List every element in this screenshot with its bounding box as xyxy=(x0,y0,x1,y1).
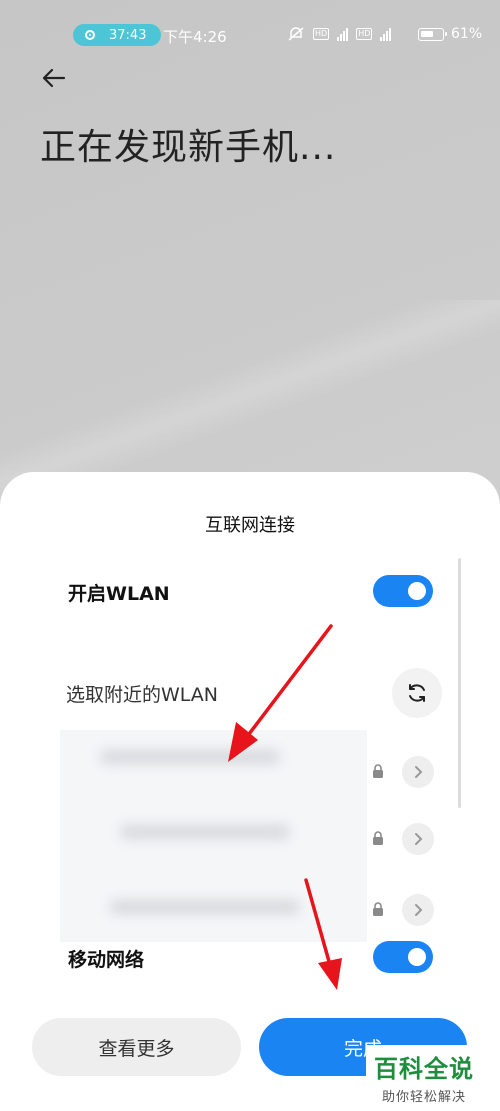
wifi-network-item[interactable] xyxy=(372,892,434,928)
screen-record-pill[interactable]: 37:43 xyxy=(73,24,161,46)
page-title: 正在发现新手机... xyxy=(40,127,337,168)
battery-level: 61% xyxy=(451,26,483,42)
mobile-network-toggle[interactable] xyxy=(373,941,433,973)
wlan-toggle[interactable] xyxy=(373,575,433,607)
sheet-title: 互联网连接 xyxy=(205,515,295,536)
lock-icon xyxy=(373,764,383,778)
see-more-button[interactable]: 查看更多 xyxy=(32,1018,241,1076)
scrollbar[interactable] xyxy=(458,558,461,808)
signal-4g-icon-2 xyxy=(380,27,392,41)
wifi-network-item[interactable] xyxy=(372,821,434,857)
chevron-right-icon[interactable] xyxy=(402,756,434,788)
record-time: 37:43 xyxy=(109,27,147,43)
wlan-toggle-label: 开启WLAN xyxy=(68,583,170,605)
refresh-button[interactable] xyxy=(392,668,442,718)
hd-icon-2: HD xyxy=(356,28,373,40)
mobile-network-label: 移动网络 xyxy=(68,949,145,971)
back-arrow-icon[interactable] xyxy=(38,62,70,94)
watermark-main: 百科全说 xyxy=(374,1055,474,1083)
blurred-network-names xyxy=(60,730,367,942)
status-icons: HD HD xyxy=(287,27,392,41)
hd-icon: HD xyxy=(313,28,330,40)
signal-4g-icon xyxy=(337,27,349,41)
internet-connection-sheet: 互联网连接 开启WLAN 选取附近的WLAN 移动网络 查看更多 完成 xyxy=(0,472,500,1111)
status-bar: 37:43 下午4:26 HD HD 61% xyxy=(0,20,500,50)
chevron-right-icon[interactable] xyxy=(402,823,434,855)
status-clock: 下午4:26 xyxy=(163,28,227,46)
lock-icon xyxy=(373,902,383,916)
refresh-icon xyxy=(409,684,425,702)
record-icon xyxy=(85,30,95,40)
mute-icon xyxy=(288,27,304,41)
watermark-logo: 百科全说 助你轻松解决 xyxy=(366,1045,500,1111)
battery-icon xyxy=(418,28,447,41)
wifi-network-item[interactable] xyxy=(372,754,434,790)
nearby-wlan-label: 选取附近的WLAN xyxy=(66,684,219,706)
watermark-sub: 助你轻松解决 xyxy=(382,1090,467,1105)
background-streak xyxy=(0,300,500,500)
chevron-right-icon[interactable] xyxy=(402,894,434,926)
lock-icon xyxy=(373,831,383,845)
